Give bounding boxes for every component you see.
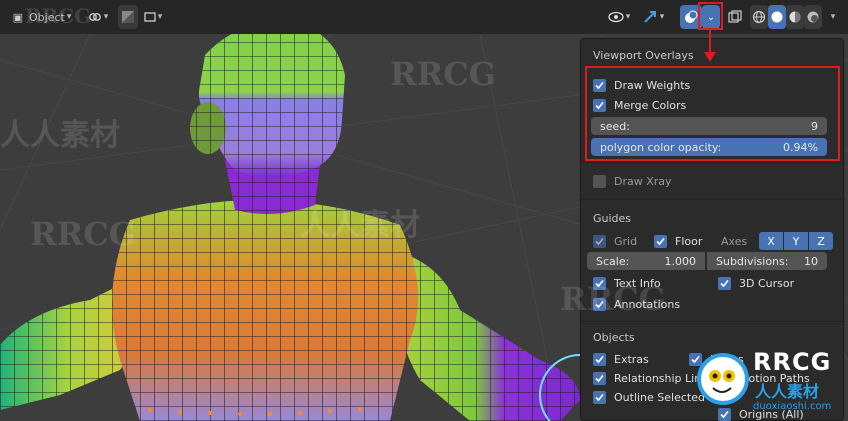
3d-cursor-label: 3D Cursor bbox=[739, 276, 795, 290]
draw-weights-checkbox[interactable]: Draw Weights bbox=[593, 76, 690, 94]
annotations-label: Annotations bbox=[614, 297, 681, 311]
logo-text: RRCG bbox=[753, 348, 832, 376]
checkbox-checked-icon bbox=[593, 297, 606, 311]
overlays-toggle[interactable] bbox=[680, 5, 702, 29]
rendered-icon bbox=[807, 11, 819, 23]
panel-title: Viewport Overlays bbox=[593, 49, 694, 62]
draw-xray-checkbox[interactable]: Draw Xray bbox=[593, 172, 672, 190]
checkbox-checked-icon bbox=[654, 234, 667, 248]
scale-value: 1.000 bbox=[664, 254, 697, 268]
axis-x-toggle[interactable]: X bbox=[759, 232, 783, 250]
axes-toggle-group: X Y Z bbox=[759, 232, 833, 250]
mode-selector[interactable]: ▣ Object ▾ bbox=[6, 5, 78, 29]
3d-cursor-checkbox[interactable]: 3D Cursor bbox=[718, 274, 794, 292]
divider bbox=[581, 199, 845, 200]
grid-label: Grid bbox=[614, 234, 638, 248]
camera-icon bbox=[144, 12, 156, 22]
polygon-opacity-slider[interactable]: polygon color opacity: 0.94% bbox=[591, 138, 827, 156]
solid-shading-button[interactable] bbox=[768, 5, 786, 29]
seed-label: seed: bbox=[600, 119, 630, 133]
grid-checkbox[interactable]: Grid bbox=[593, 232, 637, 250]
character-mesh[interactable] bbox=[0, 21, 621, 421]
checkbox-checked-icon bbox=[593, 98, 606, 112]
floor-checkbox[interactable]: Floor bbox=[654, 232, 702, 250]
material-shading-button[interactable] bbox=[786, 5, 804, 29]
checkbox-checked-icon bbox=[593, 234, 606, 248]
highlight-arrow bbox=[704, 30, 716, 62]
axes-label-row: Axes bbox=[721, 232, 747, 250]
mode-label: Object bbox=[29, 10, 65, 24]
overlay-dropdown-icon: ⌄ bbox=[706, 11, 716, 23]
rrcg-logo: RRCG 人人素材 duoxiaoshi.com bbox=[695, 346, 845, 421]
outline-selected-label: Outline Selected bbox=[614, 390, 705, 404]
material-icon bbox=[789, 11, 801, 23]
object-mode-icon: ▣ bbox=[12, 10, 24, 24]
xray-icon bbox=[728, 10, 742, 23]
checkbox-checked-icon bbox=[593, 78, 606, 92]
chevron-down-icon: ▾ bbox=[103, 12, 109, 22]
objects-title: Objects bbox=[593, 331, 635, 344]
divider bbox=[581, 162, 845, 163]
checkbox-checked-icon bbox=[593, 390, 606, 404]
seed-field[interactable]: seed: 9 bbox=[591, 117, 827, 135]
extras-label: Extras bbox=[614, 352, 649, 366]
subdivisions-field[interactable]: Subdivisions: 10 bbox=[707, 252, 827, 270]
axis-y-toggle[interactable]: Y bbox=[784, 232, 808, 250]
extras-checkbox[interactable]: Extras bbox=[593, 350, 649, 368]
blender-window: ▣ Object ▾ ▾ ▾ ▾ ▾ ⌄ ▾ Viewport Overlays… bbox=[0, 0, 848, 421]
checkbox-unchecked-icon bbox=[593, 174, 606, 188]
scale-field[interactable]: Scale: 1.000 bbox=[587, 252, 705, 270]
text-info-checkbox[interactable]: Text Info bbox=[593, 274, 661, 292]
visibility-icon bbox=[608, 11, 624, 23]
overlay-dropdown-button[interactable]: ⌄ bbox=[702, 5, 720, 29]
outline-selected-checkbox[interactable]: Outline Selected bbox=[593, 388, 705, 406]
gizmo-button[interactable]: ▾ bbox=[638, 5, 668, 29]
polygon-opacity-label: polygon color opacity: bbox=[600, 140, 722, 154]
link-button[interactable]: ▾ bbox=[84, 5, 112, 29]
checkbox-checked-icon bbox=[718, 276, 731, 290]
visibility-button[interactable]: ▾ bbox=[604, 5, 634, 29]
wireframe-shading-button[interactable] bbox=[750, 5, 768, 29]
merge-colors-label: Merge Colors bbox=[614, 98, 687, 112]
rendered-shading-button[interactable] bbox=[804, 5, 822, 29]
chevron-down-icon: ▾ bbox=[157, 12, 163, 22]
shading-icon bbox=[122, 11, 134, 23]
chevron-down-icon: ▾ bbox=[830, 12, 836, 22]
draw-xray-label: Draw Xray bbox=[614, 174, 672, 188]
subdivisions-label: Subdivisions: bbox=[716, 254, 789, 268]
viewport-header: ▣ Object ▾ ▾ ▾ ▾ ▾ ⌄ ▾ bbox=[0, 0, 848, 34]
merge-colors-checkbox[interactable]: Merge Colors bbox=[593, 96, 686, 114]
chevron-down-icon: ▾ bbox=[625, 12, 631, 22]
wireframe-icon bbox=[752, 10, 766, 24]
subdivisions-value: 10 bbox=[804, 254, 818, 268]
logo-subtext: 人人素材 bbox=[755, 382, 820, 401]
guides-title: Guides bbox=[593, 212, 632, 225]
annotations-checkbox[interactable]: Annotations bbox=[593, 295, 680, 313]
checkbox-checked-icon bbox=[593, 371, 606, 385]
checkbox-checked-icon bbox=[593, 352, 606, 366]
checkbox-checked-icon bbox=[593, 276, 606, 290]
chevron-down-icon: ▾ bbox=[66, 12, 72, 22]
draw-weights-label: Draw Weights bbox=[614, 78, 691, 92]
shading-button[interactable] bbox=[118, 5, 138, 29]
overlays-icon bbox=[685, 10, 698, 23]
text-info-label: Text Info bbox=[614, 276, 661, 290]
logo-url: duoxiaoshi.com bbox=[753, 401, 832, 412]
divider bbox=[581, 321, 845, 322]
chevron-down-icon: ▾ bbox=[659, 12, 665, 22]
axes-label: Axes bbox=[721, 234, 748, 248]
seed-value: 9 bbox=[811, 119, 818, 133]
floor-label: Floor bbox=[675, 234, 703, 248]
shading-options-button[interactable]: ▾ bbox=[824, 5, 840, 29]
solid-icon bbox=[771, 11, 783, 23]
gizmo-icon bbox=[644, 11, 656, 23]
polygon-opacity-value: 0.94% bbox=[783, 140, 818, 154]
xray-button[interactable] bbox=[724, 5, 746, 29]
axis-z-toggle[interactable]: Z bbox=[809, 232, 833, 250]
scale-label: Scale: bbox=[596, 254, 630, 268]
camera-button[interactable]: ▾ bbox=[140, 5, 166, 29]
link-icon bbox=[88, 13, 101, 21]
